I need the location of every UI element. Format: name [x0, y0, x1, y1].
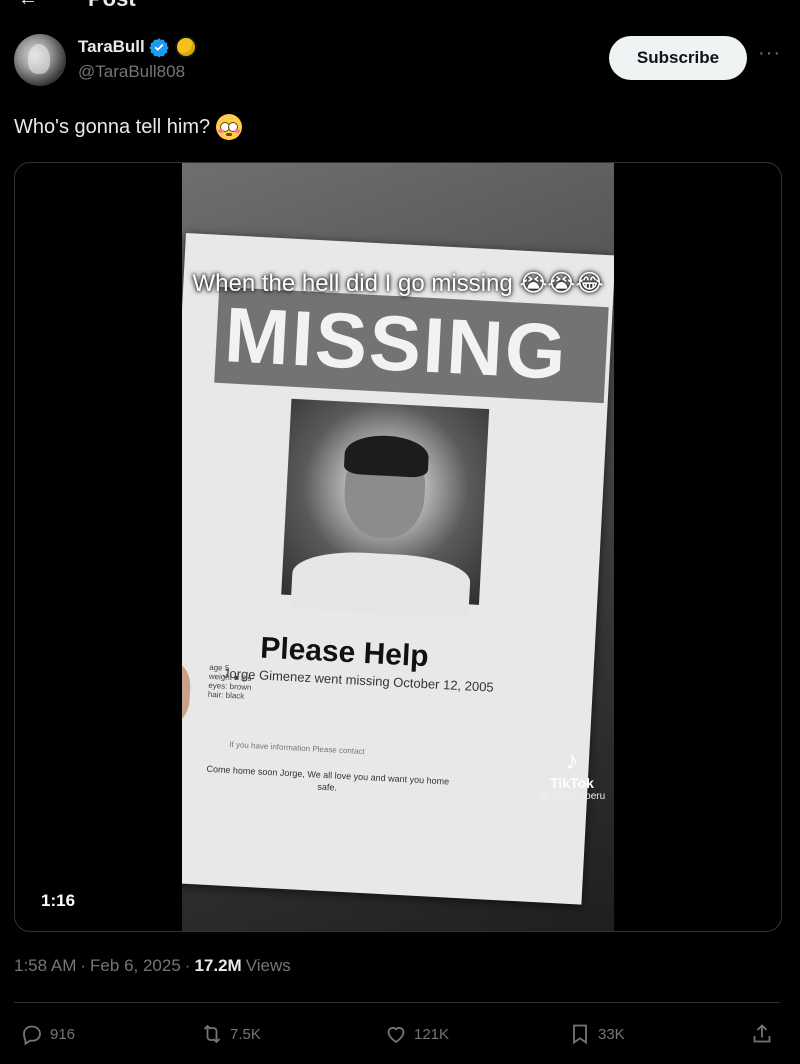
- views-count: 17.2M: [194, 956, 242, 975]
- post-date[interactable]: Feb 6, 2025: [90, 956, 181, 976]
- tiktok-logo-icon: ♪: [565, 745, 579, 775]
- bookmark-icon: [573, 1024, 587, 1045]
- missing-poster: MISSING Please Help Jorge Gimenez went m…: [182, 233, 614, 905]
- bookmark-button[interactable]: 33K: [568, 1022, 625, 1046]
- video-duration: 1:16: [41, 891, 76, 910]
- post-time[interactable]: 1:58 AM: [14, 956, 76, 976]
- poster-headline: MISSING: [222, 290, 570, 397]
- divider: [14, 1002, 780, 1003]
- poster-come-home: Come home soon Jorge, We all love you an…: [206, 763, 450, 793]
- back-arrow-icon[interactable]: ←: [18, 0, 38, 10]
- author-handle[interactable]: @TaraBull808: [78, 62, 185, 82]
- page-title: Post: [88, 0, 136, 10]
- repost-count: 7.5K: [230, 1025, 261, 1043]
- poster-stats: age 5 weight ■ lbs eyes: brown hair: bla…: [207, 662, 252, 701]
- more-options-icon[interactable]: ···: [758, 42, 781, 65]
- author-name[interactable]: TaraBull: [78, 37, 145, 57]
- finger: [182, 661, 192, 724]
- tiktok-watermark: ♪ TikTok @ adrian_peru: [532, 745, 612, 803]
- author-name-row: TaraBull: [78, 36, 197, 58]
- tweet-body: Who's gonna tell him?: [14, 115, 211, 138]
- action-bar: 916 7.5K 121K 33K: [14, 1018, 780, 1054]
- gold-coin-icon: [174, 36, 197, 58]
- reply-button[interactable]: 916: [20, 1022, 75, 1046]
- heart-icon: [387, 1026, 405, 1044]
- video-caption-overlay: When the hell did I go missing 😭😭😂: [192, 270, 604, 297]
- share-button[interactable]: [750, 1022, 774, 1046]
- avatar[interactable]: [14, 34, 66, 86]
- tweet-text: Who's gonna tell him?: [14, 114, 243, 140]
- top-bar: ← Post: [0, 0, 800, 10]
- views-label: Views: [245, 956, 291, 975]
- share-icon: [753, 1024, 771, 1043]
- poster-photo: [281, 398, 490, 619]
- post-meta: 1:58 AM · Feb 6, 2025 · 17.2M Views: [14, 956, 291, 976]
- poster-contact: If you have information Please contact: [229, 739, 365, 757]
- video-player[interactable]: MISSING Please Help Jorge Gimenez went m…: [14, 162, 782, 932]
- like-count: 121K: [414, 1025, 450, 1043]
- post-header: TaraBull @TaraBull808 Subscribe ···: [14, 32, 786, 92]
- video-frame[interactable]: MISSING Please Help Jorge Gimenez went m…: [182, 163, 614, 931]
- like-button[interactable]: 121K: [384, 1022, 449, 1046]
- repost-icon: [203, 1024, 221, 1044]
- flushed-face-icon: [216, 114, 243, 140]
- verified-badge-icon: [149, 38, 169, 57]
- repost-button[interactable]: 7.5K: [200, 1022, 261, 1046]
- reply-icon: [23, 1025, 41, 1046]
- subscribe-button[interactable]: Subscribe: [609, 36, 747, 80]
- bookmark-count: 33K: [598, 1025, 625, 1043]
- reply-count: 916: [50, 1025, 76, 1043]
